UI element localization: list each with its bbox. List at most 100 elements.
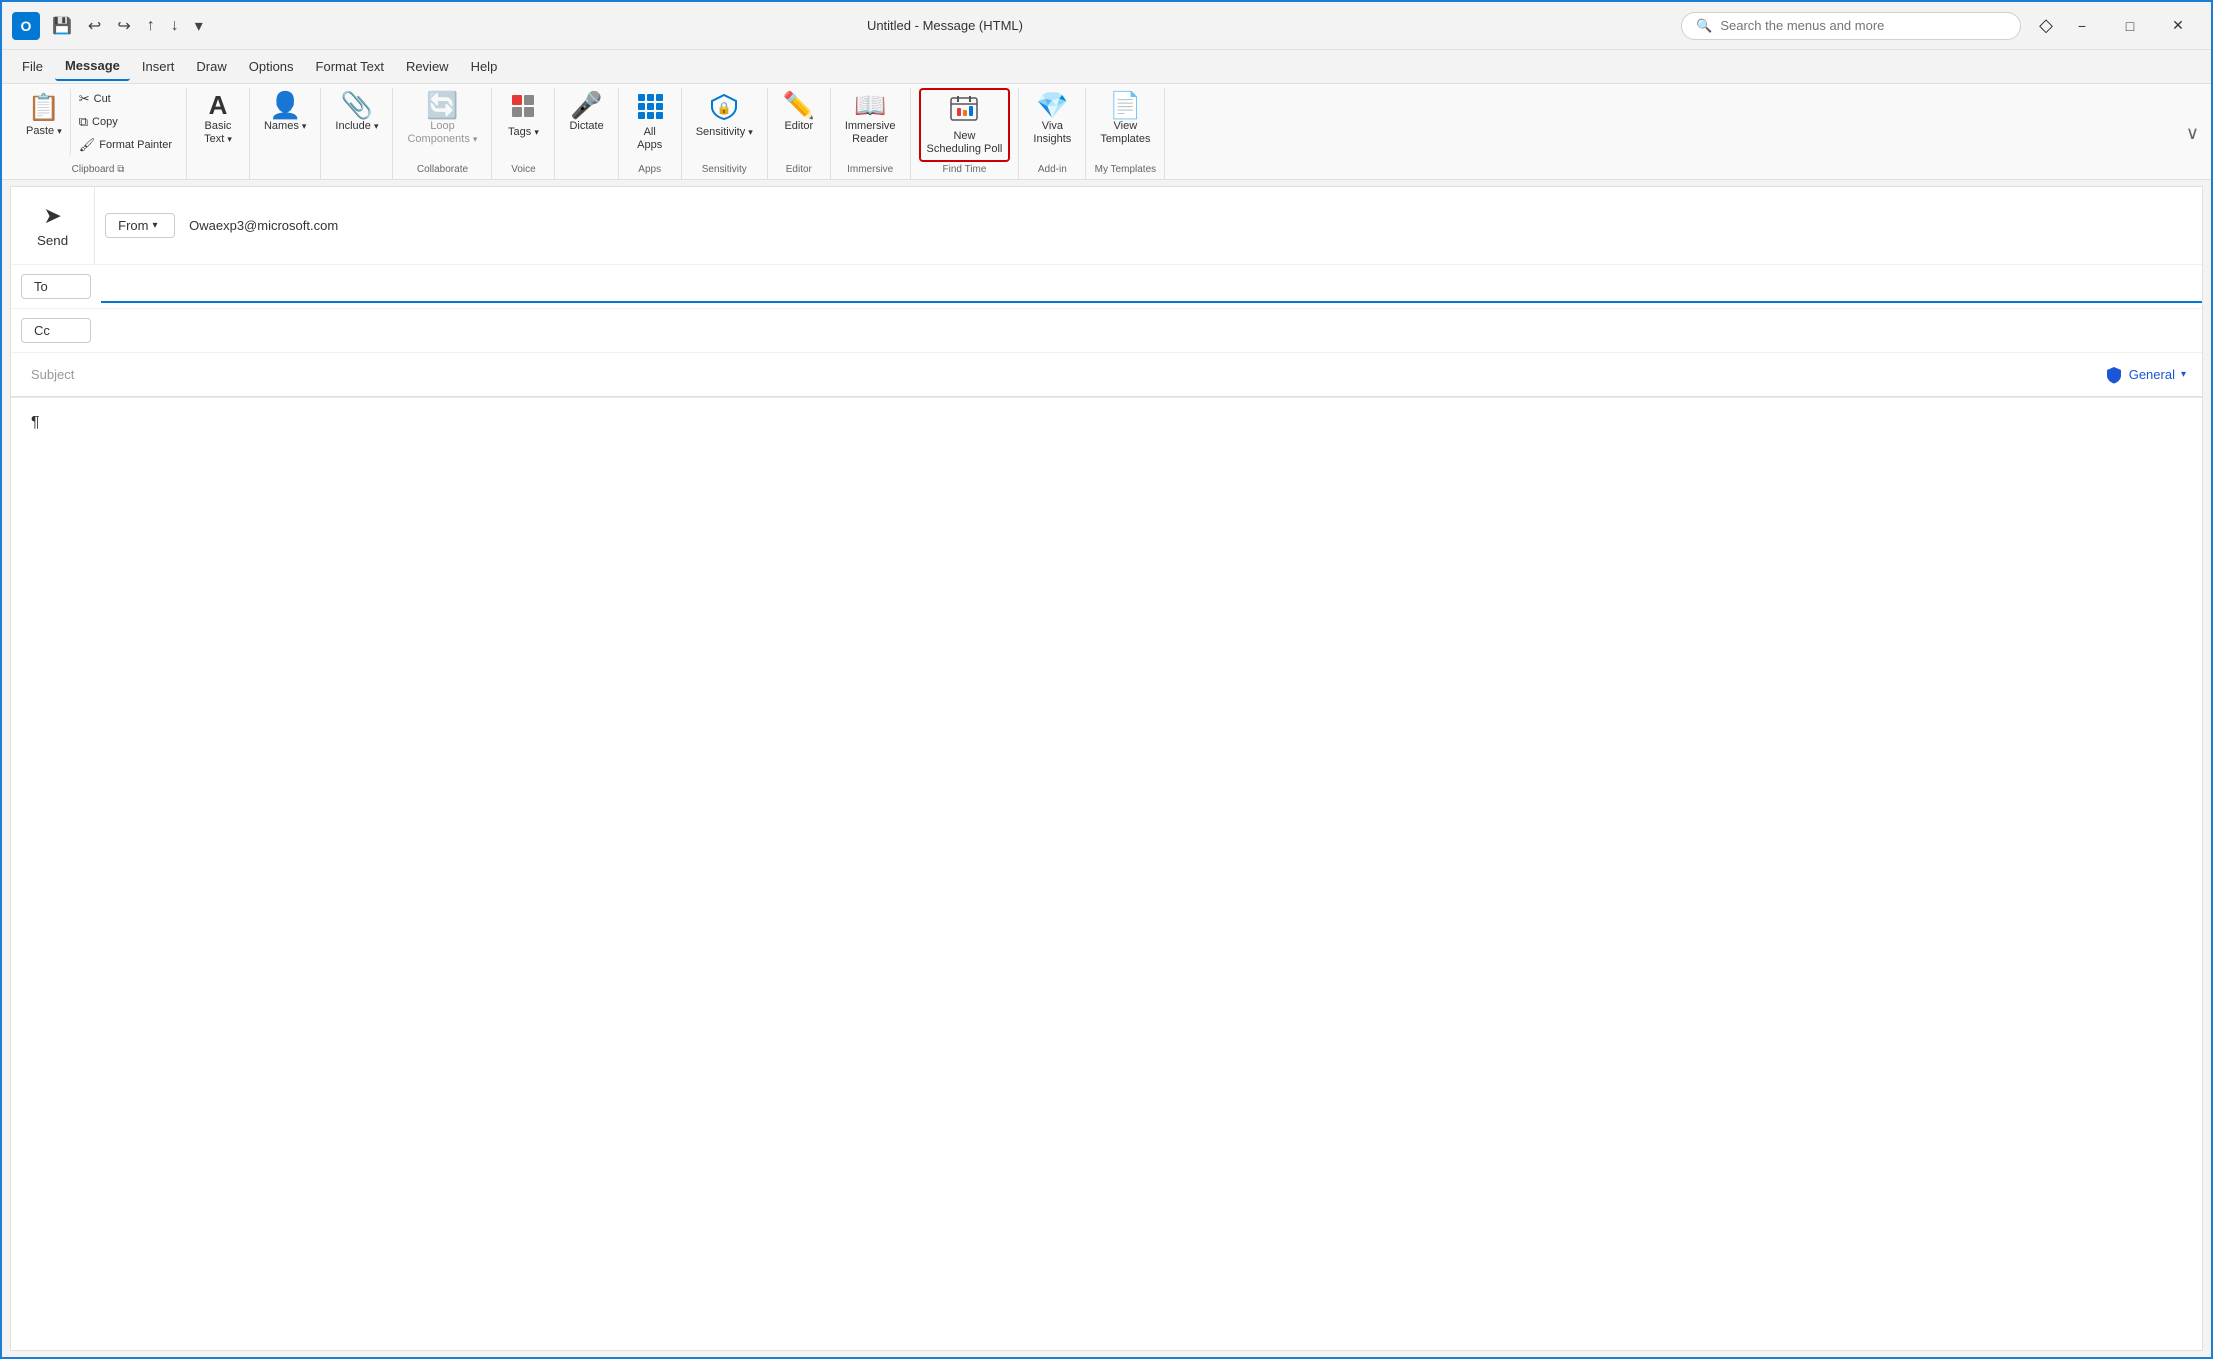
editor-label: Editor bbox=[784, 120, 813, 133]
view-templates-button[interactable]: 📄 ViewTemplates bbox=[1094, 88, 1156, 150]
window-title: Untitled - Message (HTML) bbox=[215, 18, 1675, 33]
from-label: From bbox=[118, 218, 148, 233]
save-button[interactable]: 💾 bbox=[46, 12, 78, 40]
ribbon-more-button[interactable]: ∨ bbox=[2182, 88, 2203, 179]
sensitivity-label: Sensitivity ▾ bbox=[696, 126, 753, 139]
immersive-reader-button[interactable]: 📖 ImmersiveReader bbox=[839, 88, 902, 150]
add-in-group-label: Add-in bbox=[1027, 162, 1077, 179]
to-button[interactable]: To bbox=[21, 274, 91, 299]
subject-input[interactable] bbox=[84, 359, 2104, 390]
my-templates-group: 📄 ViewTemplates My Templates bbox=[1086, 88, 1165, 179]
include-icon: 📎 bbox=[341, 92, 373, 118]
from-dropdown-icon: ▾ bbox=[152, 220, 157, 231]
send-area: ➤ Send bbox=[11, 187, 95, 264]
window-controls: − □ ✕ bbox=[2059, 10, 2201, 42]
copy-label: Copy bbox=[92, 116, 118, 128]
my-templates-group-label: My Templates bbox=[1094, 162, 1156, 179]
close-button[interactable]: ✕ bbox=[2155, 10, 2201, 42]
sensitivity-button[interactable]: 🔒 Sensitivity ▾ bbox=[690, 88, 759, 143]
from-button[interactable]: From ▾ bbox=[105, 213, 175, 238]
general-dropdown-icon: ▾ bbox=[2181, 369, 2186, 380]
to-label: To bbox=[34, 279, 48, 294]
include-label: Include ▾ bbox=[335, 120, 378, 133]
dictate-button[interactable]: 🎤 Dictate bbox=[563, 88, 609, 137]
general-badge[interactable]: General ▾ bbox=[2105, 366, 2186, 384]
menu-item-format-text[interactable]: Format Text bbox=[306, 53, 394, 80]
tags-button[interactable]: Tags ▾ bbox=[500, 88, 546, 143]
editor-group: ✏️ Editor Editor bbox=[768, 88, 831, 179]
immersive-reader-group-label: Immersive bbox=[839, 162, 902, 179]
diamond-icon: ◇ bbox=[2039, 15, 2053, 36]
include-group: 📎 Include ▾ bbox=[321, 88, 393, 179]
tags-label: Tags ▾ bbox=[508, 126, 539, 139]
search-icon: 🔍 bbox=[1696, 18, 1712, 34]
names-button[interactable]: 👤 Names ▾ bbox=[258, 88, 312, 137]
view-templates-label: ViewTemplates bbox=[1100, 120, 1150, 146]
send-label: Send bbox=[37, 233, 68, 248]
immersive-reader-group: 📖 ImmersiveReader Immersive bbox=[831, 88, 911, 179]
maximize-button[interactable]: □ bbox=[2107, 10, 2153, 42]
subject-placeholder: Subject bbox=[21, 359, 84, 390]
from-value: Owaexp3@microsoft.com bbox=[185, 210, 342, 241]
menu-item-options[interactable]: Options bbox=[239, 53, 304, 80]
names-label: Names ▾ bbox=[264, 120, 306, 133]
svg-text:🔒: 🔒 bbox=[717, 101, 732, 115]
clipboard-expand-icon[interactable]: ⧉ bbox=[117, 164, 124, 175]
redo-button[interactable]: ↪ bbox=[111, 12, 136, 40]
format-painter-button[interactable]: 🖌 Format Painter bbox=[73, 134, 178, 156]
down-button[interactable]: ↓ bbox=[165, 13, 185, 39]
pilcrow-symbol: ¶ bbox=[31, 414, 40, 431]
new-scheduling-poll-button[interactable]: NewScheduling Poll bbox=[919, 88, 1011, 162]
compose-body[interactable]: ¶ bbox=[11, 398, 2202, 1350]
basic-text-label: BasicText ▾ bbox=[204, 120, 232, 146]
sensitivity-group-label: Sensitivity bbox=[690, 162, 759, 179]
send-icon: ➤ bbox=[43, 203, 61, 229]
to-input[interactable] bbox=[101, 270, 2202, 303]
cut-button[interactable]: ✂ Cut bbox=[73, 88, 178, 110]
all-apps-button[interactable]: AllApps bbox=[627, 88, 673, 156]
send-button[interactable]: ➤ Send bbox=[27, 197, 78, 254]
basic-text-group-label bbox=[195, 173, 241, 179]
menu-item-review[interactable]: Review bbox=[396, 53, 459, 80]
menu-item-insert[interactable]: Insert bbox=[132, 53, 185, 80]
include-button[interactable]: 📎 Include ▾ bbox=[329, 88, 384, 137]
minimize-button[interactable]: − bbox=[2059, 10, 2105, 42]
cc-input[interactable] bbox=[101, 315, 2202, 346]
cc-button[interactable]: Cc bbox=[21, 318, 91, 343]
clipboard-small-buttons: ✂ Cut ⧉ Copy 🖌 Format Painter bbox=[73, 88, 178, 156]
loop-components-button[interactable]: 🔄 LoopComponents ▾ bbox=[401, 88, 483, 150]
format-painter-label: Format Painter bbox=[99, 139, 172, 151]
add-in-group: 💎 VivaInsights Add-in bbox=[1019, 88, 1086, 179]
menu-item-message[interactable]: Message bbox=[55, 52, 130, 81]
menu-bar: File Message Insert Draw Options Format … bbox=[2, 50, 2211, 84]
up-button[interactable]: ↑ bbox=[141, 13, 161, 39]
title-bar-actions: 💾 ↩ ↪ ↑ ↓ ▾ bbox=[46, 12, 209, 40]
search-bar[interactable]: 🔍 bbox=[1681, 12, 2021, 40]
undo-button[interactable]: ↩ bbox=[82, 12, 107, 40]
cc-label: Cc bbox=[34, 323, 50, 338]
copy-button[interactable]: ⧉ Copy bbox=[73, 111, 178, 133]
menu-item-help[interactable]: Help bbox=[461, 53, 508, 80]
loop-components-label: LoopComponents ▾ bbox=[407, 120, 477, 146]
menu-item-draw[interactable]: Draw bbox=[186, 53, 236, 80]
title-bar: O 💾 ↩ ↪ ↑ ↓ ▾ Untitled - Message (HTML) … bbox=[2, 2, 2211, 50]
view-templates-icon: 📄 bbox=[1109, 92, 1141, 118]
basic-text-button[interactable]: A BasicText ▾ bbox=[195, 88, 241, 150]
all-apps-label: AllApps bbox=[637, 126, 662, 152]
paste-button[interactable]: 📋 Paste ▾ bbox=[18, 88, 71, 156]
names-group: 👤 Names ▾ bbox=[250, 88, 321, 179]
viva-insights-button[interactable]: 💎 VivaInsights bbox=[1027, 88, 1077, 150]
editor-button[interactable]: ✏️ Editor bbox=[776, 88, 822, 137]
dictate-group: 🎤 Dictate bbox=[555, 88, 618, 179]
shield-icon bbox=[2105, 366, 2123, 384]
compose-area: ➤ Send From ▾ Owaexp3@microsoft.com To C… bbox=[10, 186, 2203, 1351]
menu-item-file[interactable]: File bbox=[12, 53, 53, 80]
to-row: To bbox=[11, 265, 2202, 309]
tags-group-label: Voice bbox=[500, 162, 546, 179]
general-label: General bbox=[2129, 367, 2175, 382]
dictate-icon: 🎤 bbox=[570, 92, 602, 118]
dictate-group-label bbox=[563, 173, 609, 179]
app-logo: O bbox=[12, 12, 40, 40]
search-input[interactable] bbox=[1720, 18, 2006, 33]
customize-button[interactable]: ▾ bbox=[189, 12, 209, 40]
